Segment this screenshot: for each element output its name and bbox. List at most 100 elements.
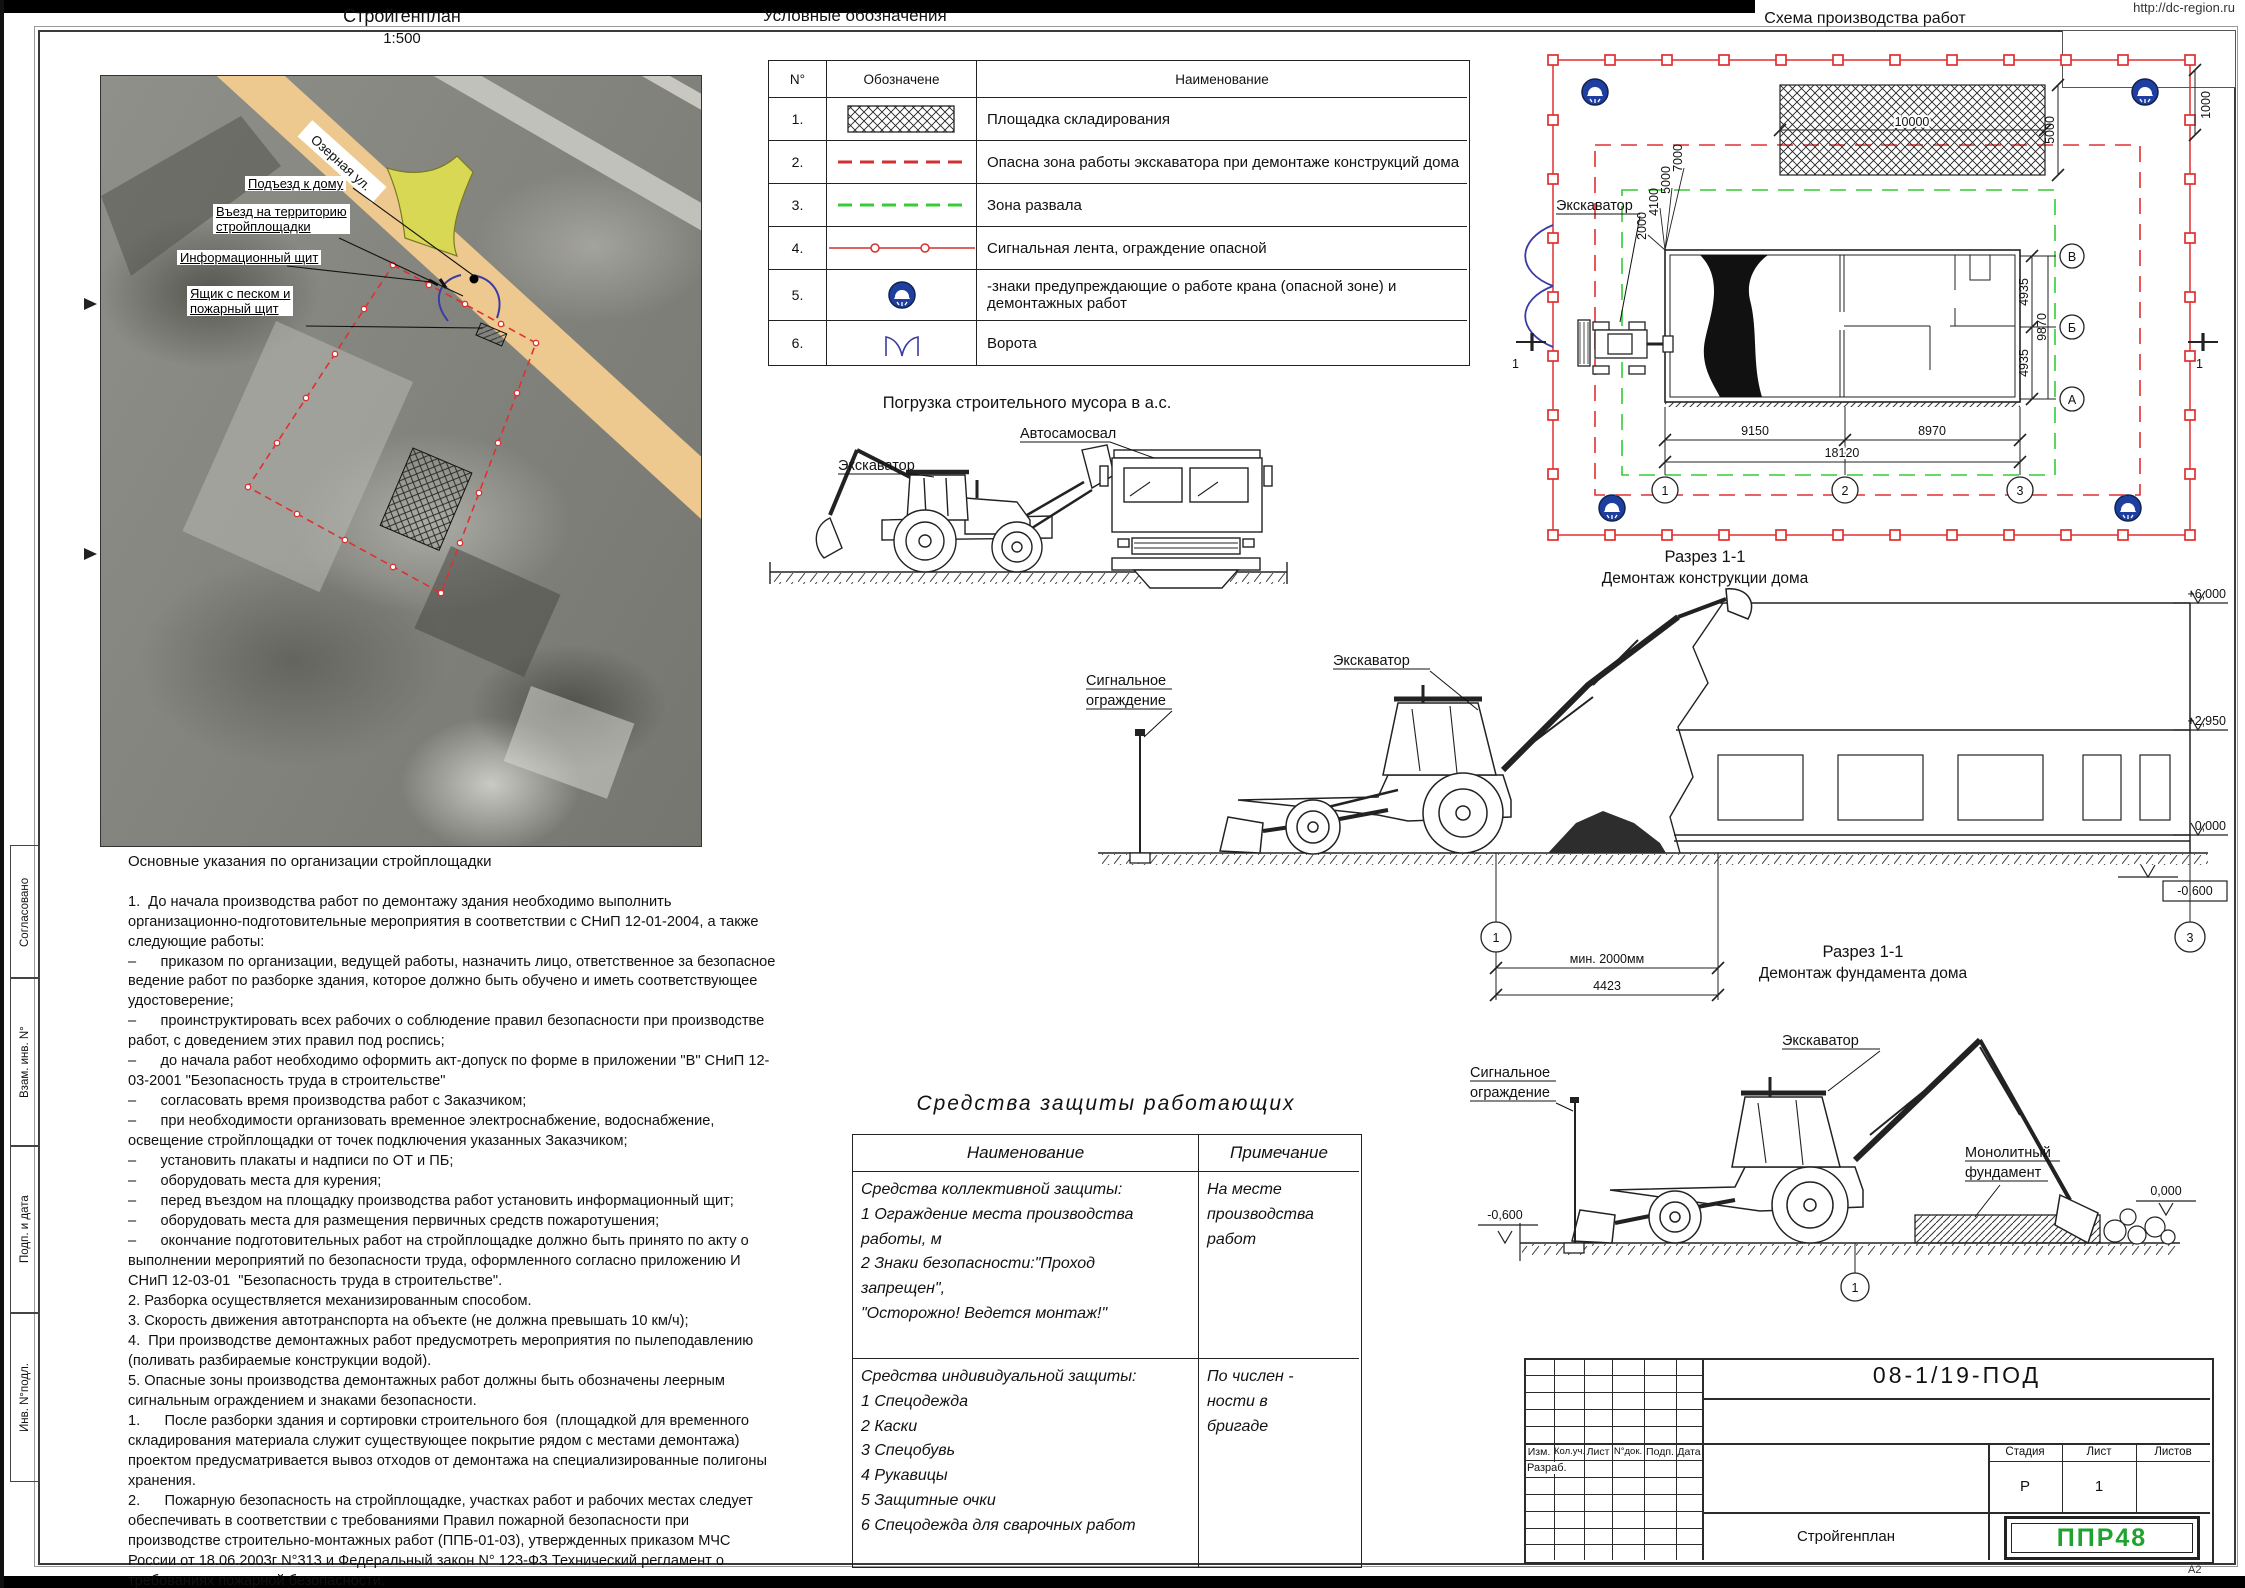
rev-header: Изм. — [1524, 1446, 1554, 1458]
signal-fence — [1130, 729, 1150, 863]
dim-5000-storage: 5000 — [2043, 116, 2057, 144]
protection-table: Наименование Примечание Средства коллект… — [852, 1134, 1362, 1568]
protection-title: Средства защиты работающих — [876, 1092, 1336, 1116]
storage-area-hatch — [380, 448, 472, 550]
axis-1: 1 — [1662, 484, 1669, 498]
demolition-debris — [1700, 255, 1768, 397]
gate-icon — [827, 321, 977, 365]
legend-row-num: 5. — [769, 270, 827, 321]
stamp-drawing-title: Стройгенплан — [1704, 1528, 1988, 1545]
axis-3: 3 — [2017, 484, 2024, 498]
legend-row-num: 1. — [769, 98, 827, 141]
dim-7000: 7000 — [1671, 144, 1685, 172]
legend-row-num: 2. — [769, 141, 827, 184]
sheets-label: Листов — [2136, 1446, 2210, 1458]
left-edge — [0, 0, 4, 1588]
fence-label: ограждение — [1470, 1085, 1550, 1101]
note-paragraph: 2. Разборка осуществляется механизирован… — [128, 1292, 778, 1312]
doc-number: 08-1/19-ПОД — [1704, 1362, 2210, 1389]
protection-row-name: Средства индивидуальной защиты: 1 Спецод… — [853, 1359, 1199, 1567]
rev-header: Кол.уч. — [1554, 1446, 1584, 1457]
note-paragraph: – перед въездом на площадку производства… — [128, 1192, 778, 1212]
rev-header: Подп. — [1644, 1446, 1676, 1458]
note-paragraph: – до начала работ необходимо оформить ак… — [128, 1052, 778, 1092]
elev-0000: 0,000 — [2150, 1184, 2181, 1198]
photo-blobs — [101, 116, 634, 799]
helmet-sign-icon — [827, 270, 977, 321]
dim-10000: 10000 — [1895, 115, 1930, 129]
legend-row-num: 6. — [769, 321, 827, 365]
dim-9870: 9870 — [2035, 313, 2049, 341]
legend-table: N° Обозначене Наименование 1. Площадка с… — [768, 60, 1470, 366]
dim-1000: 1000 — [2199, 91, 2213, 119]
stage-label: Стадия — [1988, 1446, 2062, 1458]
axis-3: 3 — [2187, 931, 2194, 945]
protection-row-note: На месте производства работ — [1199, 1172, 1359, 1359]
sheet-label: Лист — [2062, 1446, 2136, 1458]
side-label-approved: Согласовано — [10, 845, 40, 979]
protection-header-note: Примечание — [1199, 1135, 1359, 1172]
excavator-label: Экскаватор — [838, 458, 915, 474]
helmet-sign-icon — [2132, 79, 2158, 105]
loading-drawing: Экскаватор Автосамосвал — [762, 420, 1294, 605]
note-paragraph: – оборудовать места для размещения перви… — [128, 1212, 778, 1232]
dim-9150: 9150 — [1741, 424, 1769, 438]
note-paragraph: – окончание подготовительных работ на ст… — [128, 1232, 778, 1292]
signal-tape-icon — [827, 227, 977, 270]
axis-2: 2 — [1842, 484, 1849, 498]
legend-row-name: Сигнальная лента, ограждение опасной — [977, 227, 1467, 270]
legend-row-name: Опасна зона работы экскаватора при демон… — [977, 141, 1467, 184]
house-elevation — [1670, 603, 2190, 853]
rev-header: Дата — [1676, 1446, 1702, 1458]
note-paragraph: – согласовать время производства работ с… — [128, 1092, 778, 1112]
rev-header: Лист — [1584, 1446, 1612, 1458]
side-label-podp: Подп. и дата — [10, 1145, 40, 1314]
legend-row-name: -знаки предупреждающие о работе крана (о… — [977, 270, 1467, 321]
section2-drawing: Сигнальное ограждение Экскаватор Монолит… — [1460, 985, 2232, 1315]
note-paragraph: 1. После разборки здания и сортировки ст… — [128, 1412, 778, 1492]
razrab-label: Разраб. — [1527, 1462, 1569, 1474]
note-paragraph: – установить плакаты и надписи по ОТ и П… — [128, 1152, 778, 1172]
legend-row-num: 4. — [769, 227, 827, 270]
section-mark-left — [1516, 333, 1546, 351]
dim-8970: 8970 — [1918, 424, 1946, 438]
sheet-format: А2 — [2188, 1564, 2201, 1576]
label-sandbox: Ящик с песком и пожарный щит — [187, 286, 293, 316]
survey-mark-icon — [82, 295, 100, 313]
foundation-rubble — [2104, 1209, 2175, 1244]
protection-row-name: Средства коллективной защиты: 1 Огражден… — [853, 1172, 1199, 1359]
note-paragraph: 2. Пожарную безопасность на стройплощадк… — [128, 1492, 778, 1588]
siteplan-overlay: Озерная ул. — [101, 76, 701, 846]
bottom-dims — [1659, 407, 2026, 475]
note-paragraph: – приказом по организации, ведущей работ… — [128, 953, 778, 1013]
label-driveway: Подъезд к дому — [245, 176, 346, 191]
note-paragraph: 1. До начала производства работ по демон… — [128, 893, 778, 953]
axis-b: Б — [2068, 321, 2076, 335]
elev-0000: 0,000 — [2195, 819, 2226, 833]
elev-2950: +2,950 — [2187, 714, 2226, 728]
siteplan-scale: 1:500 — [292, 30, 512, 47]
truck-label: Автосамосвал — [1020, 426, 1116, 442]
side-label-vzam: Взам. инв. N° — [10, 977, 40, 1147]
legend-row-num: 3. — [769, 184, 827, 227]
dim-min-2000: мин. 2000мм — [1570, 952, 1644, 966]
stage-value: Р — [1988, 1478, 2062, 1495]
label-entrance: Въезд на территорию стройплощадки — [213, 204, 350, 234]
section-number: 1 — [2196, 357, 2203, 371]
drawing-sheet: http://dc-region.ru А2 Согласовано Взам.… — [0, 0, 2245, 1588]
side-road — [423, 76, 701, 231]
legend-header-symbol: Обозначене — [827, 61, 977, 98]
rubble-pile — [1548, 811, 1666, 853]
label-infoboard: Информационный щит — [177, 250, 321, 265]
axis-v: В — [2068, 250, 2076, 264]
note-paragraph: 4. При производстве демонтажных работ пр… — [128, 1332, 778, 1372]
fence-label: Сигнальное — [1470, 1065, 1550, 1081]
scheme-excavator — [1578, 320, 1673, 374]
logo-text: ППР48 — [2011, 1523, 2193, 1553]
storage-hatch-icon — [827, 98, 977, 141]
collapse-zone — [1622, 190, 2055, 475]
fence-label: Сигнальное — [1086, 673, 1166, 689]
collapse-zone-line-icon — [827, 184, 977, 227]
section2-subtitle: Демонтаж фундамента дома — [1645, 965, 2081, 983]
note-paragraph: – проинструктировать всех рабочих о собл… — [128, 1012, 778, 1052]
